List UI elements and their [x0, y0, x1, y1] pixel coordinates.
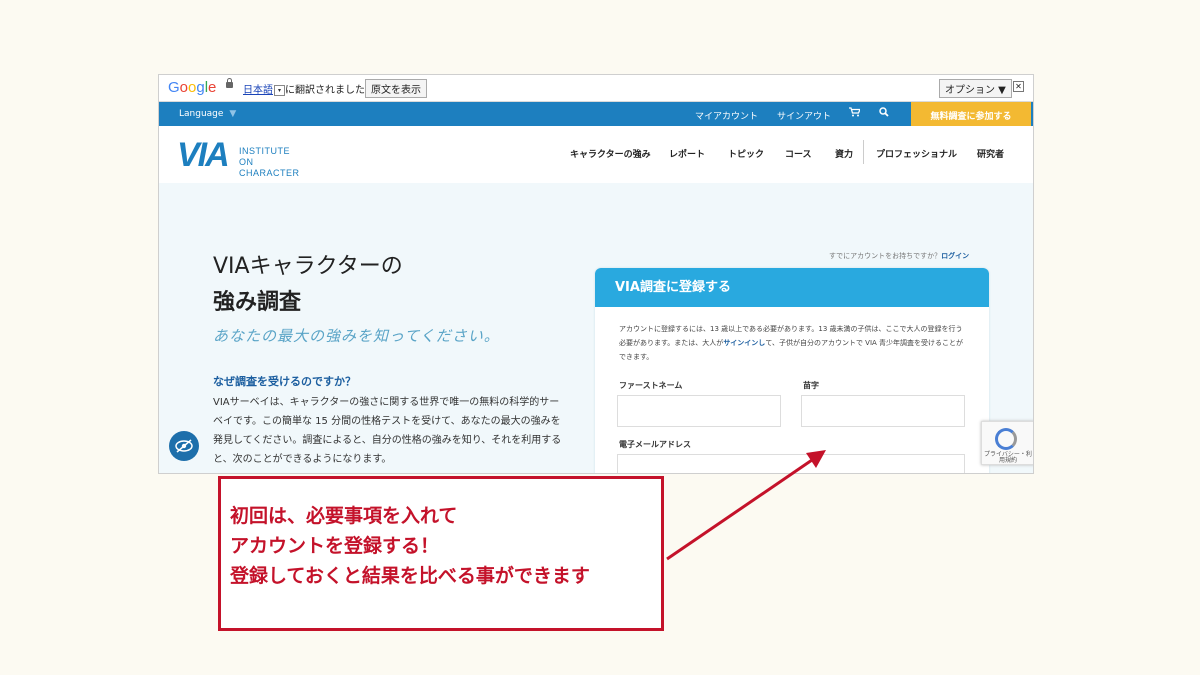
annotation-line-3: 登録しておくと結果を比べる事ができます [230, 565, 590, 587]
annotation-line-1: 初回は、必要事項を入れて [230, 505, 458, 527]
annotation-box: 初回は、必要事項を入れて アカウントを登録する！ 登録しておくと結果を比べる事が… [218, 476, 664, 631]
annotation-text: 初回は、必要事項を入れて アカウントを登録する！ 登録しておくと結果を比べる事が… [230, 501, 590, 591]
annotation-line-2: アカウントを登録する！ [230, 535, 440, 557]
